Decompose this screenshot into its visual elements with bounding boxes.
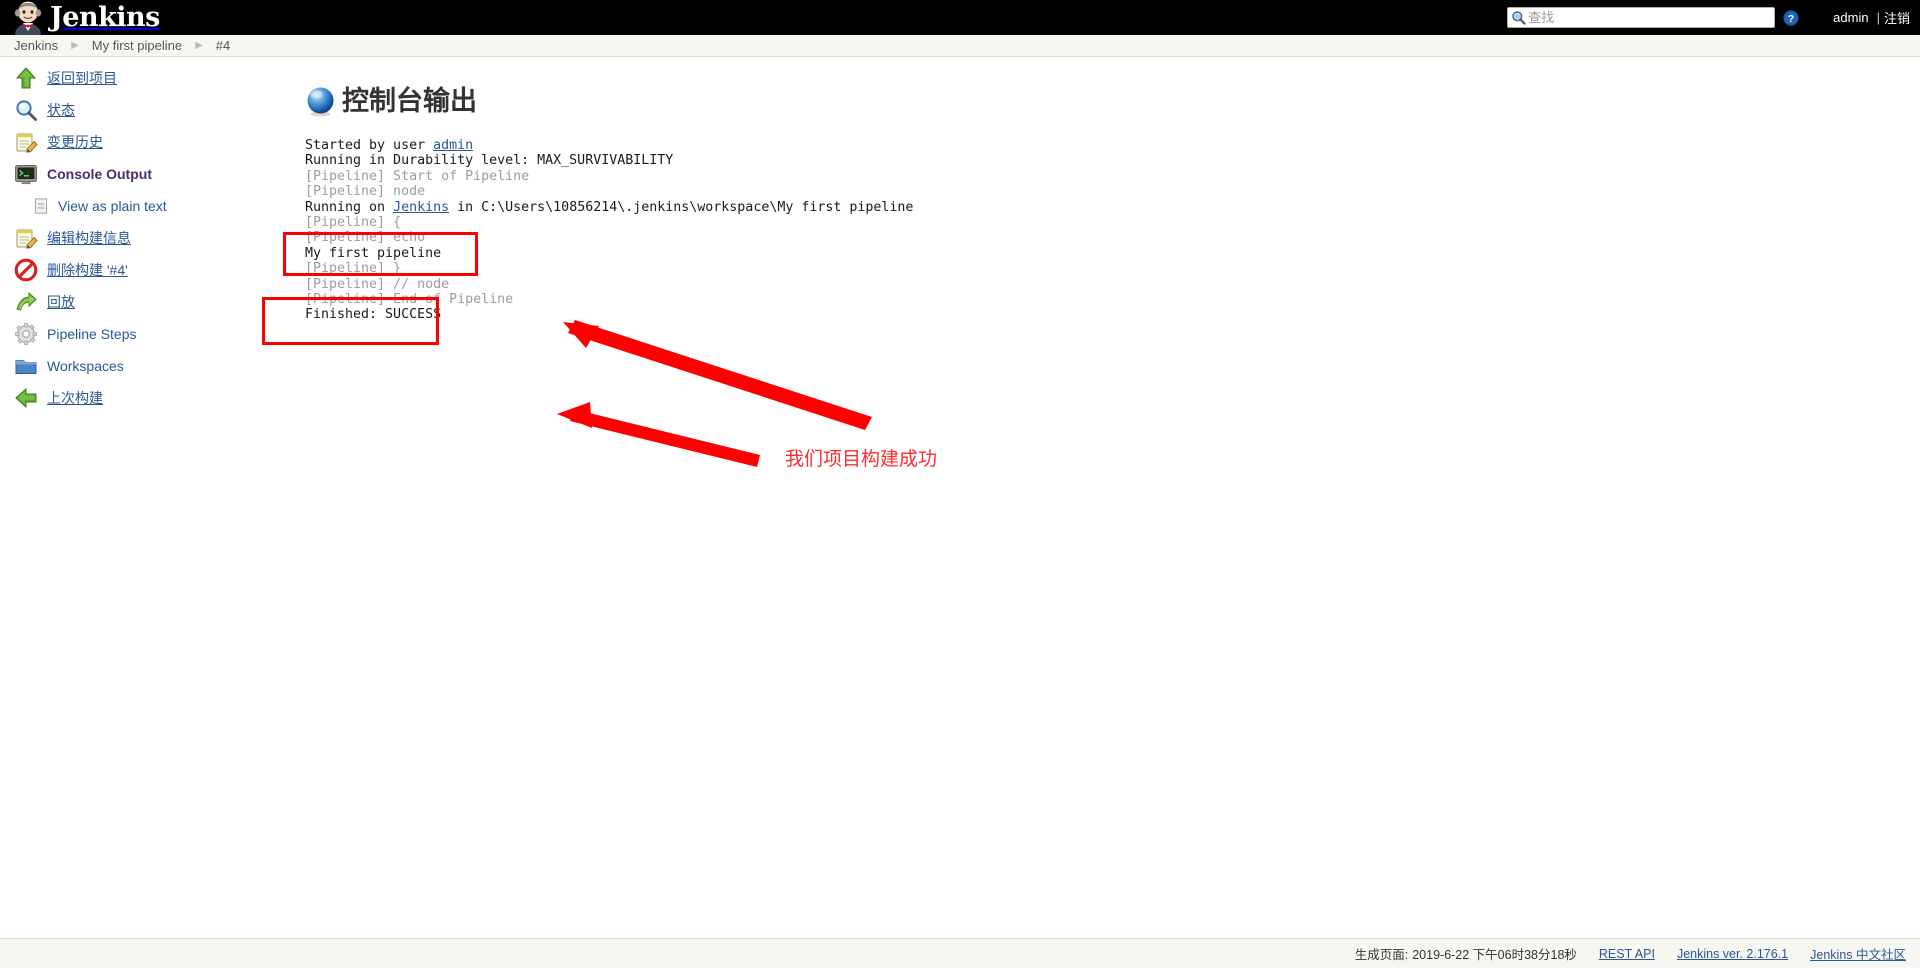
page-title: 控制台输出 (342, 85, 477, 116)
current-user-label: admin (1833, 10, 1869, 25)
console-line: [Pipeline] { (305, 215, 1865, 230)
console-pipeline-text: [Pipeline] node (305, 184, 426, 200)
terminal-icon (14, 162, 38, 186)
logout-link[interactable]: 注销 (1884, 8, 1910, 27)
console-line: My first pipeline (305, 246, 1865, 261)
console-line: [Pipeline] // node (305, 277, 1865, 292)
blue-ball-icon (305, 86, 336, 117)
sidebar-item-10[interactable]: 上次构建 (0, 382, 262, 414)
main-content: 控制台输出 Started by user admin Running in Du… (305, 78, 1865, 323)
console-line: [Pipeline] End of Pipeline (305, 292, 1865, 307)
no-entry-icon (14, 258, 38, 282)
sidebar-item-8[interactable]: Pipeline Steps (0, 318, 262, 350)
footer-generated-time: 2019-6-22 下午06时38分18秒 (1412, 948, 1577, 962)
sidebar-item-label: Pipeline Steps (47, 326, 137, 342)
console-text: Running in Durability level: MAX_SURVIVA… (305, 153, 674, 169)
sidebar-item-label: Console Output (47, 166, 152, 182)
green-replay-arrow-icon (14, 290, 38, 314)
top-header-bar: Jenkins ? admin | 注销 (0, 0, 1920, 35)
console-line: [Pipeline] node (305, 184, 1865, 199)
arrow-to-echo-box (568, 320, 872, 430)
rest-api-link[interactable]: REST API (1599, 947, 1655, 961)
jenkins-version-link[interactable]: Jenkins ver. 2.176.1 (1677, 947, 1788, 961)
breadcrumb-item-build-number[interactable]: #4 (216, 38, 230, 53)
sidebar-item-2[interactable]: 变更历史 (0, 126, 262, 158)
console-link[interactable]: Jenkins (393, 200, 449, 215)
console-pipeline-text: [Pipeline] Start of Pipeline (305, 168, 530, 184)
console-text: in C:\Users\10856214\.jenkins\workspace\… (449, 199, 914, 215)
breadcrumb-item-my-first-pipeline[interactable]: My first pipeline (92, 38, 182, 53)
jenkins-home-link[interactable]: Jenkins (10, 0, 160, 35)
console-line: Finished: SUCCESS (305, 307, 1865, 322)
page-header: 控制台输出 (305, 78, 1865, 124)
annotation-note-text: 我们项目构建成功 (785, 449, 938, 470)
sidebar-item-6[interactable]: 删除构建 '#4' (0, 254, 262, 286)
sidebar-item-label: View as plain text (58, 198, 167, 214)
notepad-pencil-icon (14, 226, 38, 250)
search-box[interactable] (1507, 7, 1776, 28)
footer-generated-label: 生成页面: (1354, 948, 1409, 962)
header-separator: | (1876, 10, 1880, 25)
jenkins-butler-logo-icon (10, 1, 46, 35)
sidebar-item-label: 删除构建 '#4' (47, 262, 128, 278)
console-pipeline-text: [Pipeline] End of Pipeline (305, 291, 514, 307)
sidebar-item-5[interactable]: 编辑构建信息 (0, 222, 262, 254)
help-question-icon[interactable]: ? (1783, 9, 1799, 26)
arrow-head-to-echo-box (563, 322, 599, 348)
sidebar-item-label: 回放 (47, 294, 75, 310)
arrow-head-to-finished-box (557, 402, 592, 428)
sidebar-item-label: 状态 (47, 102, 75, 118)
sidebar-item-label: 返回到项目 (47, 70, 117, 86)
page-footer: 生成页面: 2019-6-22 下午06时38分18秒 REST API Jen… (0, 938, 1920, 968)
sidebar-item-label: 上次构建 (47, 390, 103, 406)
sidebar-item-0[interactable]: 返回到项目 (0, 62, 262, 94)
brand-title: Jenkins (50, 1, 160, 33)
magnifier-icon (14, 98, 38, 122)
sidebar-item-9[interactable]: Workspaces (0, 350, 262, 382)
header-right-group: ? admin | 注销 (1507, 0, 1920, 35)
console-text: Started by user (305, 138, 434, 153)
breadcrumb-separator-icon: ▶ (71, 39, 79, 51)
sidebar-item-4[interactable]: View as plain text (0, 190, 262, 222)
console-text: Finished: SUCCESS (305, 307, 442, 323)
console-link[interactable]: admin (433, 138, 473, 153)
console-line: [Pipeline] } (305, 261, 1865, 276)
sidebar: 返回到项目状态变更历史 Console Output View as plain t… (0, 62, 262, 414)
console-pipeline-text: [Pipeline] echo (305, 230, 426, 246)
breadcrumb-separator-icon: ▶ (195, 39, 203, 51)
console-pipeline-text: [Pipeline] { (305, 214, 402, 230)
sidebar-item-label: 编辑构建信息 (47, 230, 131, 246)
sidebar-item-label: 变更历史 (47, 134, 103, 150)
console-line: [Pipeline] echo (305, 230, 1865, 245)
breadcrumb: Jenkins ▶ My first pipeline ▶ #4 (0, 35, 1920, 57)
console-pipeline-text: [Pipeline] } (305, 261, 402, 277)
breadcrumb-item-jenkins[interactable]: Jenkins (14, 38, 58, 53)
sidebar-item-3[interactable]: Console Output (0, 158, 262, 190)
sidebar-item-label: Workspaces (47, 358, 124, 374)
search-icon (1511, 10, 1526, 25)
console-text: My first pipeline (305, 245, 442, 261)
left-arrow-green-icon (14, 386, 38, 410)
console-line: Started by user admin (305, 138, 1865, 153)
up-arrow-green-icon (14, 66, 38, 90)
console-pipeline-text: [Pipeline] // node (305, 276, 450, 292)
gear-icon (14, 322, 38, 346)
console-text: Running on (305, 199, 394, 215)
arrow-to-finished-box (570, 409, 760, 467)
console-line: Running in Durability level: MAX_SURVIVA… (305, 153, 1865, 168)
notepad-pencil-icon (14, 130, 38, 154)
search-input[interactable] (1526, 9, 1767, 26)
sidebar-item-7[interactable]: 回放 (0, 286, 262, 318)
svg-text:?: ? (1788, 13, 1794, 25)
console-line: Running on Jenkins in C:\Users\10856214\… (305, 200, 1865, 215)
document-plain-icon (32, 197, 50, 215)
console-line: [Pipeline] Start of Pipeline (305, 169, 1865, 184)
sidebar-item-1[interactable]: 状态 (0, 94, 262, 126)
folder-icon (14, 354, 38, 378)
jenkins-community-link[interactable]: Jenkins 中文社区 (1810, 944, 1906, 963)
console-output-log: Started by user admin Running in Durabili… (305, 138, 1865, 323)
